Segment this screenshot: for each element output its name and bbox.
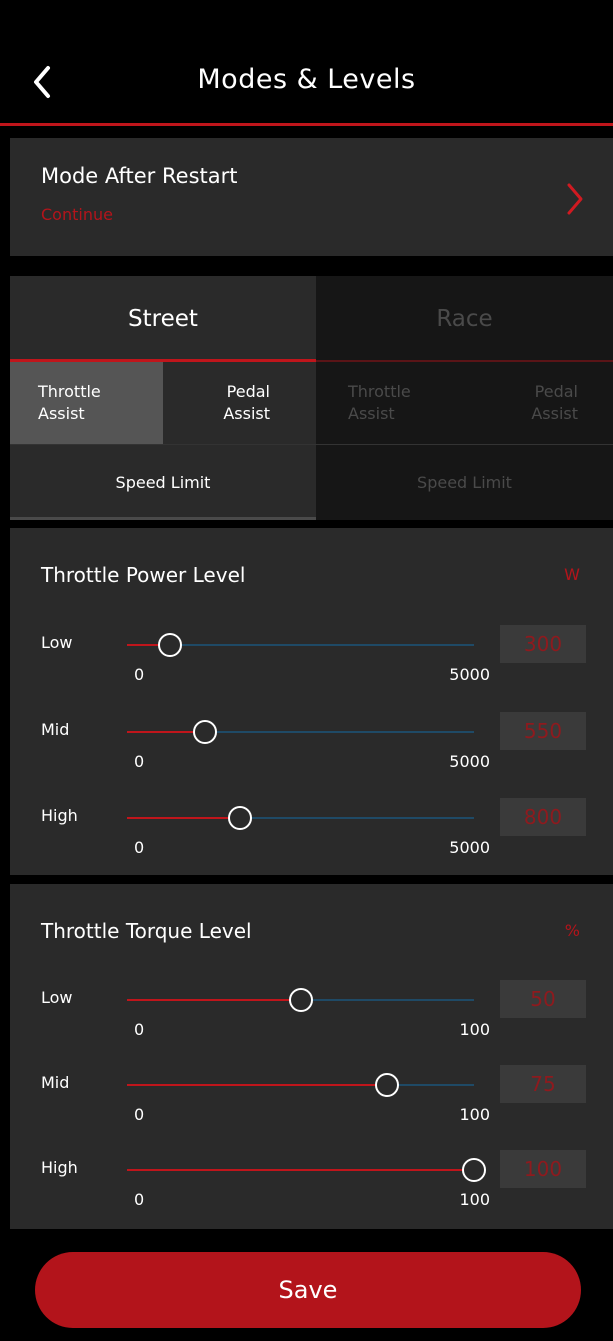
slider-min-label: 0 [134, 838, 145, 857]
mode-tabs: Street Race [10, 276, 613, 362]
slider-min-label: 0 [134, 1105, 145, 1124]
power-slider-low[interactable] [127, 633, 474, 657]
slider-min-label: 0 [134, 1190, 145, 1209]
torque-level-mid: Mid 0 100 [10, 1061, 613, 1151]
level-label: High [41, 806, 78, 825]
mode-after-restart-value: Continue [41, 205, 113, 224]
slider-thumb[interactable] [375, 1073, 400, 1097]
torque-level-high: High 0 100 [10, 1146, 613, 1236]
level-label: Low [41, 988, 73, 1007]
torque-mid-input[interactable] [500, 1065, 586, 1103]
slider-fill [127, 1169, 474, 1171]
throttle-power-unit: W [564, 565, 580, 584]
throttle-power-panel: Throttle Power Level W Low 0 5000 Mid 0 … [10, 528, 613, 875]
torque-low-input[interactable] [500, 980, 586, 1018]
assist-subtabs: Throttle Assist Pedal Assist Throttle As… [10, 362, 613, 445]
power-mid-input[interactable] [500, 712, 586, 750]
slider-thumb[interactable] [227, 806, 252, 830]
torque-slider-high[interactable] [127, 1158, 486, 1182]
subtab-label: Throttle Assist [348, 382, 411, 423]
header-divider [0, 123, 613, 126]
slider-thumb[interactable] [158, 633, 183, 657]
torque-level-low: Low 0 100 [10, 976, 613, 1066]
page-title: Modes & Levels [197, 64, 416, 95]
subtab-label: Throttle Assist [38, 382, 101, 423]
tab-street[interactable]: Street [10, 276, 316, 362]
mode-after-restart-row[interactable]: Mode After Restart Continue [10, 138, 613, 256]
level-label: Low [41, 633, 73, 652]
torque-slider-mid[interactable] [127, 1073, 474, 1097]
power-level-low: Low 0 5000 [10, 621, 613, 711]
subtab-pedal-assist-street[interactable]: Pedal Assist [163, 362, 316, 444]
speed-limit-row: Speed Limit Speed Limit [10, 445, 613, 520]
subtab-speed-limit-street[interactable]: Speed Limit [10, 445, 316, 520]
power-slider-high[interactable] [127, 806, 474, 830]
slider-thumb[interactable] [462, 1158, 486, 1182]
header: Modes & Levels [0, 0, 613, 126]
power-slider-mid[interactable] [127, 720, 474, 744]
slider-max-label: 100 [459, 1190, 490, 1209]
level-label: High [41, 1158, 78, 1177]
slider-fill [127, 817, 240, 819]
slider-min-label: 0 [134, 752, 145, 771]
throttle-torque-title: Throttle Torque Level [41, 919, 252, 943]
subtab-label: Pedal Assist [531, 382, 578, 423]
slider-max-label: 100 [459, 1020, 490, 1039]
subtab-throttle-assist-street[interactable]: Throttle Assist [10, 362, 163, 444]
slider-thumb[interactable] [288, 988, 313, 1012]
slider-min-label: 0 [134, 665, 145, 684]
slider-max-label: 5000 [449, 752, 490, 771]
subtab-throttle-assist-race[interactable]: Throttle Assist [316, 362, 466, 444]
save-button[interactable]: Save [35, 1252, 581, 1328]
tab-race[interactable]: Race [316, 276, 613, 362]
power-low-input[interactable] [500, 625, 586, 663]
power-level-high: High 0 5000 [10, 794, 613, 884]
slider-max-label: 5000 [449, 838, 490, 857]
speed-limit-underline [10, 517, 316, 520]
slider-max-label: 5000 [449, 665, 490, 684]
slider-thumb[interactable] [193, 720, 218, 744]
throttle-power-title: Throttle Power Level [41, 563, 246, 587]
subtab-pedal-assist-race[interactable]: Pedal Assist [466, 362, 613, 444]
level-label: Mid [41, 1073, 70, 1092]
chevron-right-icon [567, 183, 583, 215]
mode-after-restart-title: Mode After Restart [41, 164, 238, 188]
power-high-input[interactable] [500, 798, 586, 836]
torque-high-input[interactable] [500, 1150, 586, 1188]
level-label: Mid [41, 720, 70, 739]
slider-max-label: 100 [459, 1105, 490, 1124]
throttle-torque-panel: Throttle Torque Level % Low 0 100 Mid 0 … [10, 884, 613, 1229]
subtab-label: Pedal Assist [223, 382, 270, 423]
subtab-speed-limit-race[interactable]: Speed Limit [316, 445, 613, 520]
torque-slider-low[interactable] [127, 988, 474, 1012]
power-level-mid: Mid 0 5000 [10, 708, 613, 798]
throttle-torque-unit: % [564, 921, 580, 940]
slider-fill [127, 999, 301, 1001]
slider-fill [127, 1084, 388, 1086]
slider-min-label: 0 [134, 1020, 145, 1039]
